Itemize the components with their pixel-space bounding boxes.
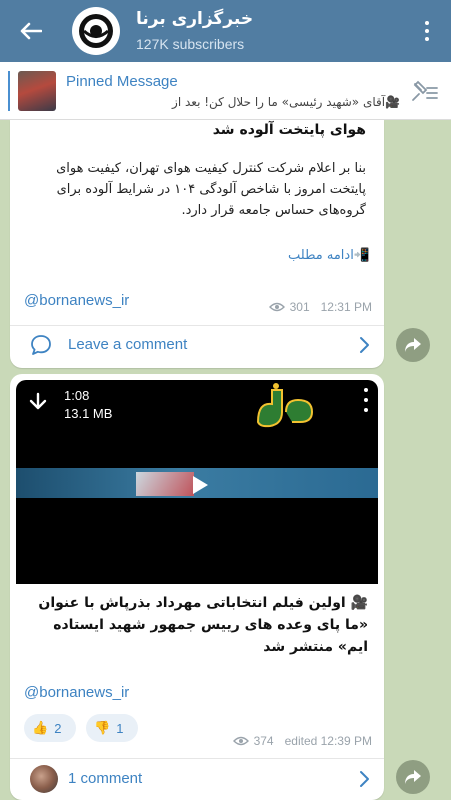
more-vertical-icon[interactable] (415, 16, 439, 46)
read-more-link[interactable]: 📲ادامه مطلب (288, 248, 370, 263)
pinned-label: Pinned Message (66, 73, 178, 90)
message-meta: 374 edited 12:39 PM (232, 734, 372, 748)
message-time: edited 12:39 PM (284, 734, 372, 748)
message-heading: هوای پایتخت آلوده شد (212, 122, 366, 138)
comment-label: Leave a comment (68, 336, 188, 353)
channel-avatar[interactable] (72, 7, 120, 55)
thumbs-down-icon: 👎 (94, 720, 111, 735)
play-icon[interactable] (188, 474, 210, 496)
reaction-thumbs-up[interactable]: 👍 2 (24, 714, 76, 742)
reaction-thumbs-down[interactable]: 👎 1 (86, 714, 138, 742)
back-button[interactable] (14, 14, 48, 48)
sobh-logo-icon (256, 383, 314, 428)
pinned-message-bar[interactable]: Pinned Message 🎥آقای «شهید رئیسی» ما را … (0, 62, 451, 120)
chevron-right-icon (360, 337, 369, 353)
pinned-thumbnail (18, 71, 56, 111)
chat-header: خبرگزاری برنا 127K subscribers (0, 0, 451, 62)
video-player[interactable]: 1:08 13.1 MB (16, 380, 378, 584)
download-icon[interactable] (26, 390, 50, 414)
video-preview-flag (136, 472, 194, 496)
pin-list-icon[interactable] (411, 80, 439, 102)
share-button[interactable] (396, 760, 430, 794)
channel-handle-link[interactable]: @bornanews_ir (24, 684, 129, 701)
video-caption: 🎥 اولین فیلم انتخاباتی مهرداد بذرپاش با … (38, 595, 368, 655)
message-time: 12:31 PM (320, 300, 372, 314)
eye-icon (268, 302, 285, 312)
comment-bubble-icon (31, 335, 51, 355)
view-count: 301 (289, 300, 310, 314)
eye-icon (232, 736, 249, 746)
comment-button[interactable]: Leave a comment (10, 325, 384, 365)
more-vertical-icon[interactable] (360, 388, 372, 412)
comment-label: 1 comment (68, 770, 143, 787)
message-bubble[interactable]: 1:08 13.1 MB 🎥 اولین فیلم انتخاباتی مهرد… (10, 374, 384, 800)
channel-handle-link[interactable]: @bornanews_ir (24, 292, 129, 309)
share-button[interactable] (396, 328, 430, 362)
message-body: بنا بر اعلام شرکت کنترل کیفیت هوای تهران… (56, 161, 366, 218)
share-arrow-icon (405, 770, 421, 784)
subscriber-count: 127K subscribers (136, 36, 245, 52)
arrow-left-icon (20, 22, 42, 40)
share-arrow-icon (405, 338, 421, 352)
commenter-avatar (30, 765, 58, 793)
channel-title[interactable]: خبرگزاری برنا (136, 9, 253, 29)
reaction-count: 1 (116, 720, 124, 736)
pinned-text: 🎥آقای «شهید رئیسی» ما را حلال کن! بعد از… (170, 95, 400, 109)
channel-logo-icon (79, 14, 113, 48)
video-duration: 1:08 (64, 388, 90, 403)
message-bubble[interactable]: هوای پایتخت آلوده شد بنا بر اعلام شرکت ک… (10, 120, 384, 368)
comments-button[interactable]: 1 comment (10, 759, 384, 799)
thumbs-up-icon: 👍 (32, 720, 49, 735)
message-meta: 301 12:31 PM (268, 300, 372, 314)
video-filesize: 13.1 MB (64, 406, 113, 421)
reaction-count: 2 (54, 720, 62, 736)
pinned-indicator (8, 71, 10, 111)
view-count: 374 (253, 734, 274, 748)
chevron-right-icon (360, 771, 369, 787)
